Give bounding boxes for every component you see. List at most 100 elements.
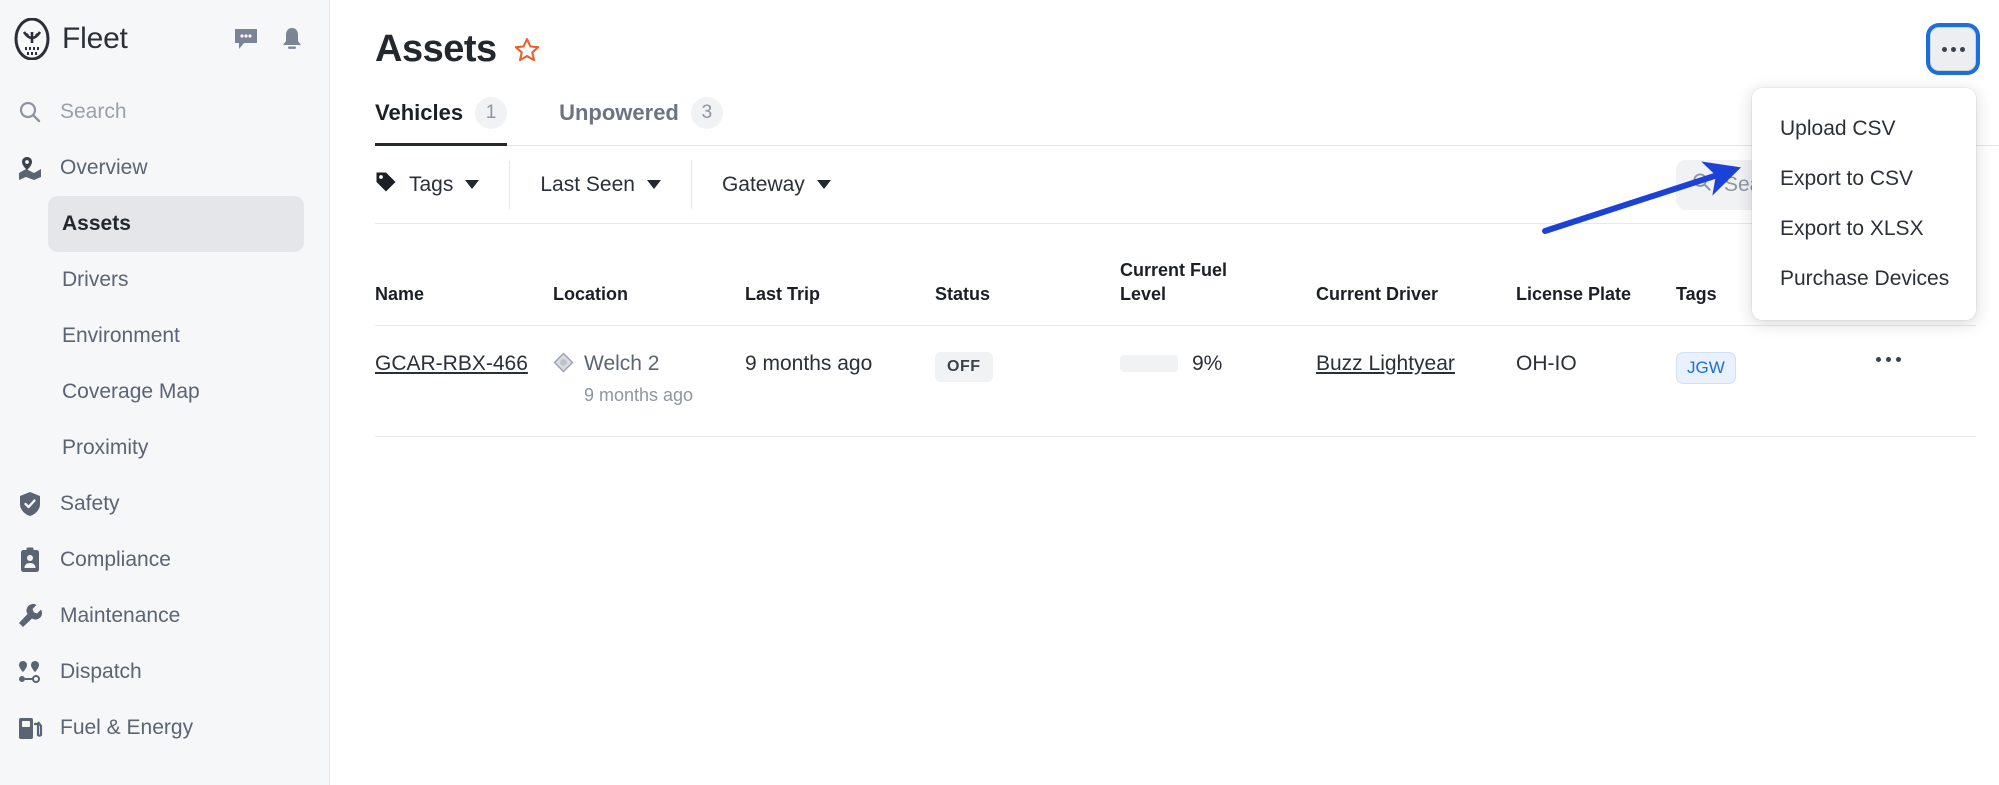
fuel-pump-icon [12, 715, 48, 741]
column-header-license-plate[interactable]: License Plate [1516, 224, 1676, 326]
menu-item-export-to-csv[interactable]: Export to CSV [1752, 154, 1976, 204]
sidebar-item-label: Overview [60, 156, 148, 179]
fuel-header-line1: Current Fuel [1120, 260, 1228, 280]
brand-name: Fleet [62, 22, 128, 55]
column-header-location[interactable]: Location [553, 224, 745, 326]
sidebar: Fleet Search Overview Assets Drivers Env… [0, 0, 330, 785]
asset-name-link[interactable]: GCAR-RBX-466 [375, 352, 528, 375]
sidebar-item-label: Coverage Map [62, 380, 200, 403]
tab-label: Vehicles [375, 100, 464, 125]
page-actions-button[interactable] [1930, 27, 1976, 71]
tab-vehicles[interactable]: Vehicles 1 [375, 97, 529, 146]
location-name: Welch 2 [584, 351, 660, 375]
driver-link[interactable]: Buzz Lightyear [1316, 352, 1455, 375]
cell-location: Welch 2 9 months ago [553, 325, 745, 437]
table-header-row: Name Location Last Trip Status Current F… [375, 224, 1976, 326]
brand-icon-group [233, 26, 305, 52]
menu-item-upload-csv[interactable]: Upload CSV [1752, 104, 1976, 154]
star-outline-icon[interactable] [513, 36, 541, 64]
filter-bar: Tags Last Seen Gateway Search veh [375, 146, 1976, 224]
chat-icon[interactable] [233, 26, 259, 52]
table-row[interactable]: GCAR-RBX-466 Welch 2 9 months ago 9 mont… [375, 325, 1976, 437]
fuel-level-bar [1120, 355, 1178, 373]
tag-chip[interactable]: JGW [1676, 351, 1736, 384]
sidebar-item-compliance[interactable]: Compliance [0, 532, 304, 588]
table-body: GCAR-RBX-466 Welch 2 9 months ago 9 mont… [375, 325, 1976, 437]
cell-license-plate: OH-IO [1516, 325, 1676, 437]
search-icon [1692, 172, 1712, 197]
column-header-last-trip[interactable]: Last Trip [745, 224, 935, 326]
sidebar-item-label: Drivers [62, 268, 129, 291]
fuel-header-line2: Level [1120, 284, 1167, 305]
sidebar-item-proximity[interactable]: Proximity [48, 420, 304, 476]
sidebar-item-drivers[interactable]: Drivers [48, 252, 304, 308]
brand-row: Fleet [0, 0, 329, 78]
tab-count: 1 [475, 97, 508, 129]
search-icon [12, 100, 48, 124]
location-time: 9 months ago [584, 384, 694, 405]
sidebar-item-label: Safety [60, 492, 120, 515]
sidebar-item-assets[interactable]: Assets [48, 196, 304, 252]
chevron-down-icon [816, 180, 831, 189]
actions-dropdown-menu: Upload CSV Export to CSV Export to XLSX … [1752, 88, 1976, 320]
menu-item-export-to-xlsx[interactable]: Export to XLSX [1752, 204, 1976, 254]
sidebar-item-fuel-energy[interactable]: Fuel & Energy [0, 700, 304, 756]
sidebar-item-label: Assets [62, 212, 131, 235]
cell-current-fuel-level: 9% [1120, 325, 1316, 437]
column-header-status[interactable]: Status [935, 224, 1120, 326]
chevron-down-icon [646, 180, 661, 189]
column-header-current-fuel-level[interactable]: Current Fuel Level [1120, 224, 1316, 326]
map-pin-icon [12, 156, 48, 180]
column-header-current-driver[interactable]: Current Driver [1316, 224, 1516, 326]
table-header: Name Location Last Trip Status Current F… [375, 224, 1976, 326]
column-header-name[interactable]: Name [375, 224, 553, 326]
sidebar-search[interactable]: Search [0, 84, 304, 140]
sidebar-item-safety[interactable]: Safety [0, 476, 304, 532]
sidebar-item-label: Dispatch [60, 660, 142, 683]
page-title: Assets [375, 28, 497, 70]
sidebar-item-overview[interactable]: Overview [0, 140, 304, 196]
filter-label: Tags [409, 172, 454, 196]
shield-check-icon [12, 491, 48, 517]
sidebar-nav: Search Overview Assets Drivers Environme… [0, 78, 329, 756]
page-header: Assets [330, 0, 1999, 71]
sidebar-item-coverage-map[interactable]: Coverage Map [48, 364, 304, 420]
cell-current-driver: Buzz Lightyear [1316, 325, 1516, 437]
sidebar-item-dispatch[interactable]: Dispatch [0, 644, 304, 700]
filter-gateway[interactable]: Gateway [690, 160, 861, 209]
main-content: Assets Vehicles 1 Unpowered 3 Tags Last … [330, 0, 1999, 785]
cell-status: OFF [935, 325, 1120, 437]
fuel-level-text: 9% [1192, 351, 1223, 375]
tab-unpowered[interactable]: Unpowered 3 [559, 97, 745, 145]
assets-table: Name Location Last Trip Status Current F… [375, 224, 1976, 437]
tab-count: 3 [690, 97, 723, 129]
sidebar-item-label: Maintenance [60, 604, 181, 627]
sidebar-search-label: Search [60, 100, 127, 123]
clipboard-person-icon [12, 547, 48, 573]
app-root: Fleet Search Overview Assets Drivers Env… [0, 0, 1999, 785]
ellipsis-icon [1941, 46, 1965, 52]
sidebar-item-label: Proximity [62, 436, 149, 459]
filter-last-seen[interactable]: Last Seen [509, 160, 691, 209]
sidebar-item-maintenance[interactable]: Maintenance [0, 588, 304, 644]
fleet-logo-icon [12, 17, 52, 61]
filter-label: Last Seen [540, 172, 635, 196]
row-actions-button[interactable] [1876, 352, 1976, 362]
bell-icon[interactable] [279, 26, 305, 52]
cell-name: GCAR-RBX-466 [375, 325, 553, 437]
filter-label: Gateway [721, 172, 805, 196]
chevron-down-icon [465, 180, 480, 189]
cell-row-actions [1876, 325, 1976, 437]
sidebar-item-label: Fuel & Energy [60, 716, 194, 739]
sidebar-item-label: Compliance [60, 548, 171, 571]
wrench-icon [12, 603, 48, 629]
tab-label: Unpowered [559, 100, 679, 125]
status-badge: OFF [935, 351, 993, 382]
location-diamond-icon [553, 352, 574, 379]
menu-item-purchase-devices[interactable]: Purchase Devices [1752, 254, 1976, 304]
filter-tags[interactable]: Tags [375, 161, 509, 209]
cell-tags: JGW [1676, 325, 1876, 437]
tag-icon [375, 171, 397, 198]
sidebar-item-environment[interactable]: Environment [48, 308, 304, 364]
cell-last-trip: 9 months ago [745, 325, 935, 437]
